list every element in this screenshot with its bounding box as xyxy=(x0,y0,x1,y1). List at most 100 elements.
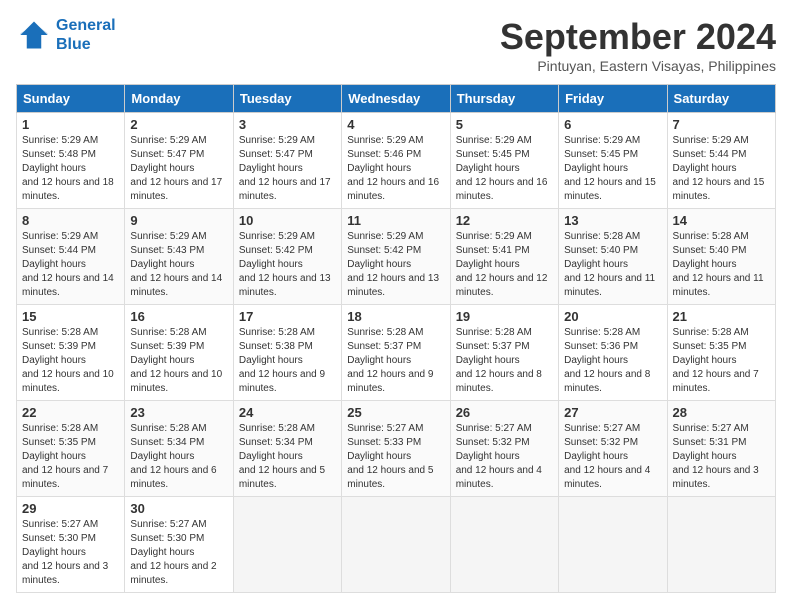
calendar-header-row: SundayMondayTuesdayWednesdayThursdayFrid… xyxy=(17,85,776,113)
day-info: Sunrise: 5:27 AMSunset: 5:30 PMDaylight … xyxy=(22,518,119,588)
month-title: September 2024 xyxy=(500,16,776,58)
day-number: 9 xyxy=(130,213,227,228)
column-header-saturday: Saturday xyxy=(667,85,775,113)
calendar-cell: 8 Sunrise: 5:29 AMSunset: 5:44 PMDaylight… xyxy=(17,209,125,305)
calendar-cell xyxy=(233,497,341,593)
day-info: Sunrise: 5:29 AMSunset: 5:43 PMDaylight … xyxy=(130,230,227,300)
calendar-cell: 11 Sunrise: 5:29 AMSunset: 5:42 PMDayligh… xyxy=(342,209,450,305)
calendar-cell: 6Sunrise: 5:29 AMSunset: 5:45 PMDaylight… xyxy=(559,113,667,209)
calendar-cell: 27Sunrise: 5:27 AMSunset: 5:32 PMDayligh… xyxy=(559,401,667,497)
calendar-cell xyxy=(559,497,667,593)
day-info: Sunrise: 5:28 AMSunset: 5:36 PMDaylight … xyxy=(564,326,661,396)
logo-line1: General xyxy=(56,16,116,35)
day-info: Sunrise: 5:29 AMSunset: 5:48 PMDaylight … xyxy=(22,134,119,204)
day-number: 25 xyxy=(347,405,444,420)
logo-line2: Blue xyxy=(56,35,116,54)
day-info: Sunrise: 5:29 AMSunset: 5:46 PMDaylight … xyxy=(347,134,444,204)
calendar-cell: 22 Sunrise: 5:28 AMSunset: 5:35 PMDayligh… xyxy=(17,401,125,497)
calendar-week-3: 15Sunrise: 5:28 AMSunset: 5:39 PMDayligh… xyxy=(17,305,776,401)
day-number: 28 xyxy=(673,405,770,420)
day-number: 24 xyxy=(239,405,336,420)
calendar-cell: 24 Sunrise: 5:28 AMSunset: 5:34 PMDayligh… xyxy=(233,401,341,497)
day-number: 30 xyxy=(130,501,227,516)
calendar-cell: 16Sunrise: 5:28 AMSunset: 5:39 PMDayligh… xyxy=(125,305,233,401)
day-number: 15 xyxy=(22,309,119,324)
day-number: 3 xyxy=(239,117,336,132)
calendar-cell: 18Sunrise: 5:28 AMSunset: 5:37 PMDayligh… xyxy=(342,305,450,401)
day-number: 2 xyxy=(130,117,227,132)
calendar-week-5: 29 Sunrise: 5:27 AMSunset: 5:30 PMDayligh… xyxy=(17,497,776,593)
day-info: Sunrise: 5:29 AMSunset: 5:41 PMDaylight … xyxy=(456,230,553,300)
day-info: Sunrise: 5:28 AMSunset: 5:35 PMDaylight … xyxy=(22,422,119,492)
day-number: 10 xyxy=(239,213,336,228)
day-number: 27 xyxy=(564,405,661,420)
day-number: 17 xyxy=(239,309,336,324)
day-number: 21 xyxy=(673,309,770,324)
calendar-cell xyxy=(667,497,775,593)
day-number: 5 xyxy=(456,117,553,132)
title-block: September 2024 Pintuyan, Eastern Visayas… xyxy=(500,16,776,74)
day-number: 16 xyxy=(130,309,227,324)
day-info: Sunrise: 5:29 AMSunset: 5:44 PMDaylight … xyxy=(673,134,770,204)
day-info: Sunrise: 5:28 AMSunset: 5:34 PMDaylight … xyxy=(239,422,336,492)
day-number: 26 xyxy=(456,405,553,420)
calendar-cell: 4Sunrise: 5:29 AMSunset: 5:46 PMDaylight… xyxy=(342,113,450,209)
logo-icon xyxy=(16,17,52,53)
calendar-table: SundayMondayTuesdayWednesdayThursdayFrid… xyxy=(16,84,776,593)
day-number: 20 xyxy=(564,309,661,324)
day-number: 7 xyxy=(673,117,770,132)
page-header: General Blue September 2024 Pintuyan, Ea… xyxy=(16,16,776,74)
day-number: 19 xyxy=(456,309,553,324)
day-number: 14 xyxy=(673,213,770,228)
day-number: 8 xyxy=(22,213,119,228)
column-header-thursday: Thursday xyxy=(450,85,558,113)
day-info: Sunrise: 5:27 AMSunset: 5:32 PMDaylight … xyxy=(456,422,553,492)
calendar-cell: 30Sunrise: 5:27 AMSunset: 5:30 PMDayligh… xyxy=(125,497,233,593)
calendar-cell: 10 Sunrise: 5:29 AMSunset: 5:42 PMDayligh… xyxy=(233,209,341,305)
day-info: Sunrise: 5:29 AMSunset: 5:45 PMDaylight … xyxy=(564,134,661,204)
day-number: 22 xyxy=(22,405,119,420)
day-info: Sunrise: 5:29 AMSunset: 5:44 PMDaylight … xyxy=(22,230,119,300)
day-number: 13 xyxy=(564,213,661,228)
calendar-cell xyxy=(450,497,558,593)
day-info: Sunrise: 5:28 AMSunset: 5:37 PMDaylight … xyxy=(456,326,553,396)
day-info: Sunrise: 5:27 AMSunset: 5:33 PMDaylight … xyxy=(347,422,444,492)
calendar-cell: 9 Sunrise: 5:29 AMSunset: 5:43 PMDaylight… xyxy=(125,209,233,305)
calendar-cell: 23Sunrise: 5:28 AMSunset: 5:34 PMDayligh… xyxy=(125,401,233,497)
day-info: Sunrise: 5:28 AMSunset: 5:40 PMDaylight … xyxy=(673,230,770,300)
column-header-friday: Friday xyxy=(559,85,667,113)
day-info: Sunrise: 5:28 AMSunset: 5:38 PMDaylight … xyxy=(239,326,336,396)
calendar-week-2: 8 Sunrise: 5:29 AMSunset: 5:44 PMDaylight… xyxy=(17,209,776,305)
calendar-cell xyxy=(342,497,450,593)
location: Pintuyan, Eastern Visayas, Philippines xyxy=(500,58,776,74)
day-number: 29 xyxy=(22,501,119,516)
day-info: Sunrise: 5:27 AMSunset: 5:31 PMDaylight … xyxy=(673,422,770,492)
day-info: Sunrise: 5:28 AMSunset: 5:35 PMDaylight … xyxy=(673,326,770,396)
day-info: Sunrise: 5:28 AMSunset: 5:34 PMDaylight … xyxy=(130,422,227,492)
calendar-cell: 19 Sunrise: 5:28 AMSunset: 5:37 PMDayligh… xyxy=(450,305,558,401)
column-header-wednesday: Wednesday xyxy=(342,85,450,113)
calendar-cell: 5Sunrise: 5:29 AMSunset: 5:45 PMDaylight… xyxy=(450,113,558,209)
calendar-week-4: 22 Sunrise: 5:28 AMSunset: 5:35 PMDayligh… xyxy=(17,401,776,497)
day-info: Sunrise: 5:29 AMSunset: 5:42 PMDaylight … xyxy=(347,230,444,300)
calendar-cell: 7 Sunrise: 5:29 AMSunset: 5:44 PMDaylight… xyxy=(667,113,775,209)
calendar-cell: 28 Sunrise: 5:27 AMSunset: 5:31 PMDayligh… xyxy=(667,401,775,497)
day-number: 1 xyxy=(22,117,119,132)
calendar-week-1: 1 Sunrise: 5:29 AMSunset: 5:48 PMDaylight… xyxy=(17,113,776,209)
day-info: Sunrise: 5:29 AMSunset: 5:42 PMDaylight … xyxy=(239,230,336,300)
logo: General Blue xyxy=(16,16,116,54)
calendar-cell: 15Sunrise: 5:28 AMSunset: 5:39 PMDayligh… xyxy=(17,305,125,401)
day-number: 11 xyxy=(347,213,444,228)
day-info: Sunrise: 5:29 AMSunset: 5:47 PMDaylight … xyxy=(130,134,227,204)
calendar-cell: 29 Sunrise: 5:27 AMSunset: 5:30 PMDayligh… xyxy=(17,497,125,593)
column-header-monday: Monday xyxy=(125,85,233,113)
day-number: 12 xyxy=(456,213,553,228)
calendar-cell: 25 Sunrise: 5:27 AMSunset: 5:33 PMDayligh… xyxy=(342,401,450,497)
column-header-sunday: Sunday xyxy=(17,85,125,113)
calendar-cell: 14 Sunrise: 5:28 AMSunset: 5:40 PMDayligh… xyxy=(667,209,775,305)
day-info: Sunrise: 5:28 AMSunset: 5:40 PMDaylight … xyxy=(564,230,661,300)
calendar-cell: 12 Sunrise: 5:29 AMSunset: 5:41 PMDayligh… xyxy=(450,209,558,305)
calendar-cell: 1 Sunrise: 5:29 AMSunset: 5:48 PMDaylight… xyxy=(17,113,125,209)
column-header-tuesday: Tuesday xyxy=(233,85,341,113)
calendar-cell: 17 Sunrise: 5:28 AMSunset: 5:38 PMDayligh… xyxy=(233,305,341,401)
